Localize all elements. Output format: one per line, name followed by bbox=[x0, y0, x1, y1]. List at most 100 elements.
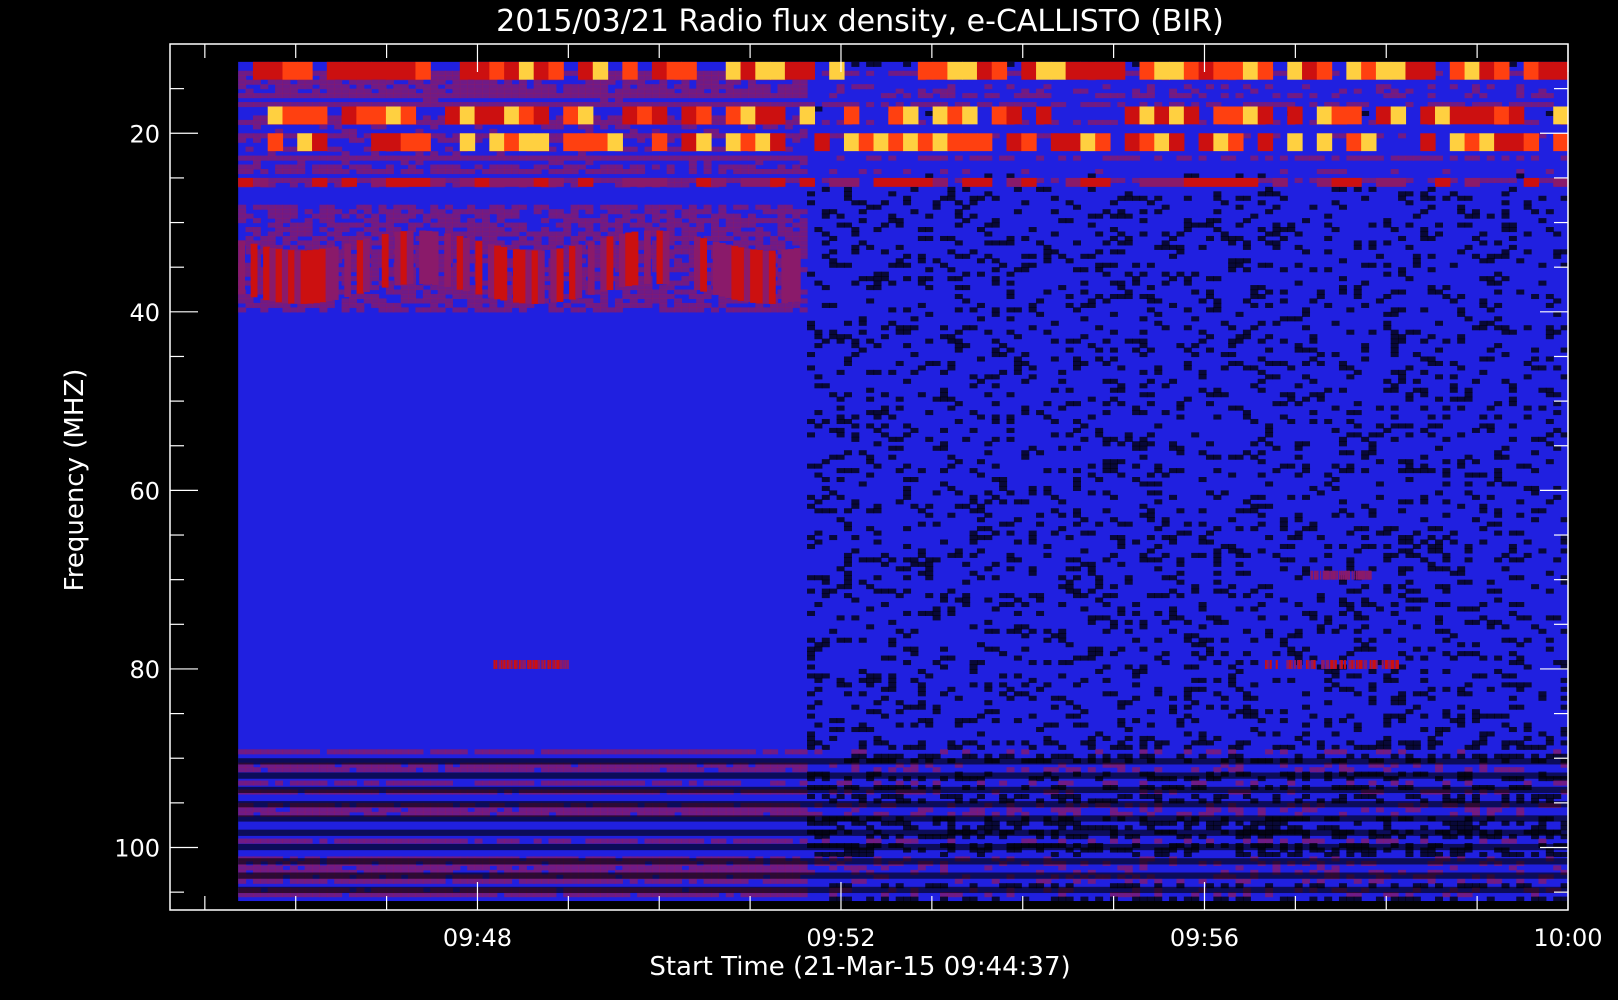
feature-band bbox=[238, 772, 1568, 779]
feature-band bbox=[1340, 660, 1343, 669]
feature-band bbox=[275, 248, 283, 303]
feature-band bbox=[1494, 61, 1510, 80]
feature-band bbox=[1346, 133, 1362, 152]
feature-band bbox=[1080, 61, 1096, 80]
feature-band bbox=[512, 249, 520, 303]
feature-band bbox=[1346, 106, 1362, 125]
feature-band bbox=[524, 660, 527, 669]
feature-band bbox=[991, 61, 1008, 80]
feature-band bbox=[737, 247, 745, 301]
feature-band bbox=[312, 177, 328, 187]
feature-band bbox=[962, 61, 978, 80]
feature-band bbox=[425, 230, 433, 285]
feature-band bbox=[1420, 106, 1436, 125]
feature-band bbox=[770, 61, 786, 80]
feature-band bbox=[1381, 660, 1384, 669]
feature-band bbox=[562, 660, 564, 669]
feature-band bbox=[631, 231, 639, 286]
feature-band bbox=[793, 248, 801, 302]
feature-band bbox=[415, 61, 431, 80]
feature-band bbox=[784, 61, 801, 80]
feature-band bbox=[1316, 106, 1333, 125]
feature-band bbox=[903, 133, 919, 152]
feature-band bbox=[1508, 106, 1525, 125]
feature-band bbox=[1331, 177, 1347, 187]
feature-band bbox=[519, 249, 526, 304]
feature-band bbox=[444, 233, 452, 287]
feature-band bbox=[1139, 106, 1155, 125]
feature-band bbox=[371, 61, 387, 80]
feature-band bbox=[1553, 177, 1569, 187]
feature-band bbox=[504, 133, 520, 152]
feature-band bbox=[903, 106, 919, 125]
feature-band bbox=[252, 177, 269, 187]
feature-band bbox=[300, 250, 308, 304]
feature-band bbox=[1494, 133, 1510, 152]
feature-band bbox=[1154, 61, 1170, 80]
feature-band bbox=[755, 61, 771, 80]
feature-band bbox=[1361, 61, 1377, 80]
feature-band bbox=[252, 61, 269, 80]
feature-band bbox=[415, 133, 431, 152]
feature-band bbox=[516, 660, 518, 669]
feature-band bbox=[263, 246, 270, 301]
feature-band bbox=[238, 858, 1568, 865]
feature-band bbox=[331, 246, 339, 300]
feature-band bbox=[622, 61, 638, 80]
feature-band bbox=[267, 133, 284, 152]
feature-band bbox=[814, 133, 830, 152]
feature-band bbox=[509, 660, 511, 669]
feature-band bbox=[575, 244, 583, 299]
feature-band bbox=[799, 61, 816, 80]
feature-band bbox=[533, 660, 535, 669]
feature-band bbox=[873, 177, 889, 187]
feature-band bbox=[518, 133, 535, 152]
feature-band bbox=[459, 133, 476, 152]
feature-band bbox=[297, 106, 313, 125]
feature-band bbox=[319, 248, 327, 303]
feature-band bbox=[1257, 106, 1274, 125]
feature-band bbox=[740, 177, 756, 187]
feature-band bbox=[1361, 133, 1377, 152]
feature-band bbox=[1307, 660, 1310, 669]
feature-band bbox=[643, 230, 651, 285]
feature-band bbox=[1464, 177, 1480, 187]
y-tick-label: 100 bbox=[114, 835, 160, 863]
feature-band bbox=[1154, 106, 1170, 125]
feature-band bbox=[1287, 106, 1303, 125]
feature-band bbox=[1299, 660, 1303, 669]
feature-band bbox=[1050, 133, 1067, 152]
feature-band bbox=[917, 133, 934, 152]
feature-band bbox=[518, 61, 535, 80]
feature-band bbox=[288, 250, 295, 304]
feature-band bbox=[1266, 660, 1269, 669]
feature-band bbox=[356, 106, 372, 125]
feature-band bbox=[1479, 106, 1495, 125]
feature-band bbox=[681, 133, 697, 152]
feature-band bbox=[494, 660, 496, 669]
feature-band bbox=[238, 801, 1568, 808]
feature-band bbox=[385, 106, 402, 125]
feature-band bbox=[1139, 177, 1155, 187]
feature-band bbox=[578, 133, 594, 152]
feature-band bbox=[1390, 106, 1407, 125]
feature-band bbox=[538, 660, 541, 669]
feature-band bbox=[550, 249, 558, 303]
feature-band bbox=[888, 177, 904, 187]
feature-band bbox=[1327, 660, 1330, 669]
feature-band bbox=[1213, 133, 1229, 152]
feature-band bbox=[459, 177, 476, 187]
feature-band bbox=[1553, 133, 1569, 152]
feature-band bbox=[578, 177, 594, 187]
feature-band bbox=[1021, 61, 1037, 80]
feature-band bbox=[1316, 177, 1333, 187]
feature-band bbox=[269, 247, 277, 302]
feature-band bbox=[400, 61, 417, 80]
feature-band bbox=[1065, 133, 1081, 152]
feature-band bbox=[537, 250, 545, 304]
feature-band bbox=[549, 660, 552, 669]
feature-band bbox=[755, 177, 771, 187]
feature-band bbox=[1198, 61, 1214, 80]
feature-band bbox=[385, 133, 402, 152]
feature-band bbox=[1364, 570, 1366, 580]
